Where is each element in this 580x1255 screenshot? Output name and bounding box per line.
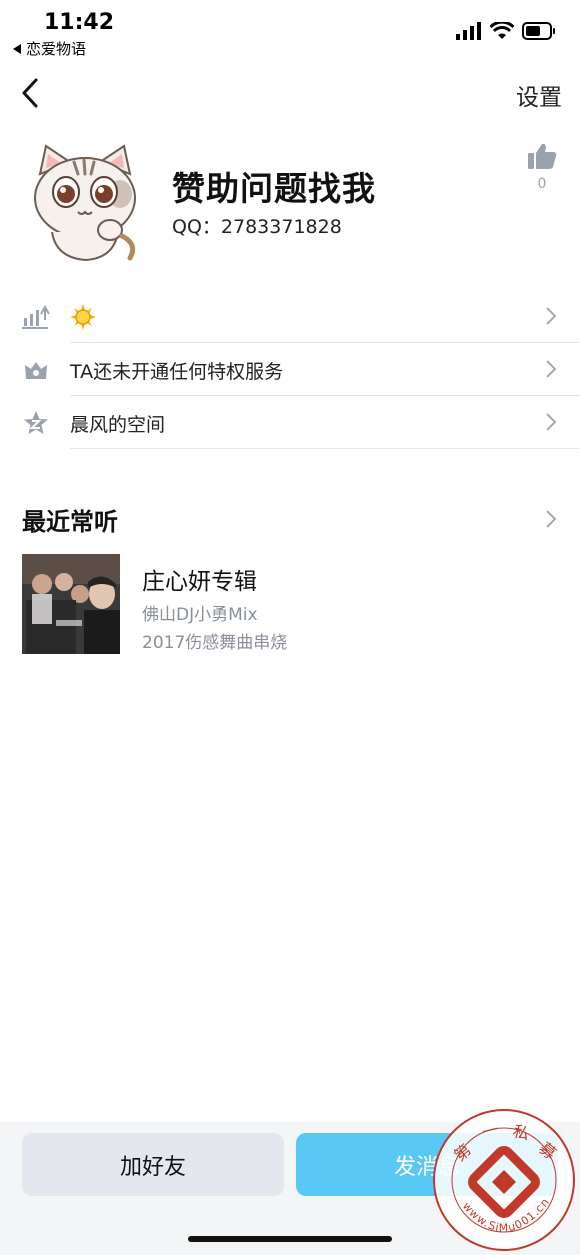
back-to-app-link[interactable]: 恋爱物语 — [12, 38, 86, 59]
album-description: 2017伤感舞曲串烧 — [142, 633, 288, 653]
signal-icon — [456, 22, 481, 40]
status-time: 11:42 — [44, 10, 115, 35]
settings-button[interactable]: 设置 — [516, 78, 562, 112]
row-qzone[interactable]: 晨风的空间 — [0, 396, 580, 449]
back-triangle-icon — [13, 43, 21, 54]
qq-number: QQ：2783371828 — [172, 216, 342, 238]
level-icon — [22, 304, 50, 329]
album-cover[interactable] — [22, 554, 120, 654]
chevron-right-icon — [546, 413, 557, 431]
add-friend-button[interactable]: 加好友 — [22, 1133, 284, 1196]
album-title[interactable]: 庄心妍专辑 — [142, 562, 257, 596]
row-privilege-label: TA还未开通任何特权服务 — [70, 361, 284, 383]
profile-name: 赞助问题找我 — [172, 169, 376, 208]
chevron-right-icon — [546, 307, 557, 325]
album-artist: 佛山DJ小勇Mix — [142, 605, 258, 625]
like-count: 0 — [537, 176, 547, 192]
home-indicator — [188, 1236, 392, 1242]
star-z-icon — [24, 411, 48, 434]
back-app-label: 恋爱物语 — [26, 40, 87, 58]
chevron-right-icon[interactable] — [544, 508, 558, 530]
wifi-icon — [490, 22, 514, 39]
row-level[interactable] — [0, 290, 580, 343]
crown-icon — [25, 362, 47, 379]
status-icons — [456, 22, 556, 40]
chevron-left-icon — [22, 78, 38, 108]
battery-icon — [522, 22, 555, 40]
back-button[interactable] — [18, 76, 48, 110]
album-photo-icon — [22, 554, 120, 654]
chevron-right-icon — [546, 360, 557, 378]
row-qzone-label: 晨风的空间 — [70, 414, 166, 436]
row-privilege[interactable]: TA还未开通任何特权服务 — [0, 343, 580, 396]
row-divider — [70, 448, 580, 449]
watermark-seal: 第 一 私 募 www.SiMu001.cn — [433, 1109, 575, 1251]
avatar[interactable] — [26, 140, 144, 264]
recent-section-title: 最近常听 — [22, 508, 118, 536]
like-button[interactable]: 0 — [524, 142, 560, 192]
thumbs-up-icon — [528, 143, 557, 169]
sun-level-icon — [70, 304, 96, 330]
cat-avatar-icon — [34, 144, 136, 262]
